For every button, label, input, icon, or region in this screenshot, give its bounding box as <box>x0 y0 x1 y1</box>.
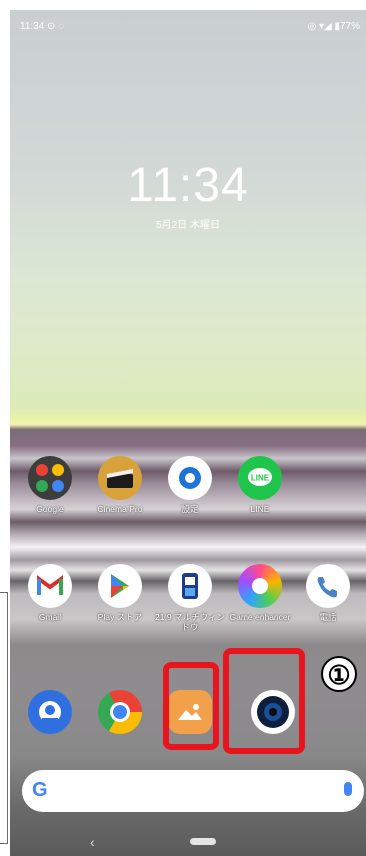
status-right: ◎ ▾◢ ▮77% <box>307 21 360 32</box>
app-label: Gmail <box>38 612 62 622</box>
home-pill[interactable] <box>190 838 216 845</box>
app-play-store[interactable]: Play ストア <box>85 564 155 622</box>
app-label: 21:9 マルチウィンドウ <box>155 612 225 632</box>
app-phone[interactable]: 電話 <box>293 564 363 622</box>
clock-date: 5月2日 木曜日 <box>156 220 220 231</box>
line-icon: LINE <box>238 456 282 500</box>
app-game-enhancer[interactable]: Game enhancer <box>225 564 295 622</box>
highlight-album <box>163 662 219 750</box>
game-enhancer-icon <box>238 564 282 608</box>
google-folder-icon <box>28 456 72 500</box>
phone-icon <box>306 564 350 608</box>
chrome-icon <box>98 690 142 734</box>
side-frame <box>0 592 8 844</box>
back-icon[interactable]: ‹ <box>90 834 95 850</box>
google-logo: G <box>32 779 48 801</box>
svg-text:LINE: LINE <box>251 474 270 483</box>
app-gmail[interactable]: Gmail <box>15 564 85 622</box>
app-label: LINE <box>250 504 270 514</box>
highlight-camera <box>223 648 305 754</box>
status-left: 11:34 ⊙ ◌ <box>20 21 65 32</box>
status-bar: 11:34 ⊙ ◌ ◎ ▾◢ ▮77% <box>10 10 366 36</box>
gmail-icon <box>28 564 72 608</box>
app-label: Google <box>36 504 64 514</box>
clock-time: 11:34 <box>127 159 249 212</box>
multi-window-icon <box>168 564 212 608</box>
settings-gear-icon <box>168 456 212 500</box>
app-label: 設定 <box>181 504 199 514</box>
app-settings[interactable]: 設定 <box>155 456 225 514</box>
app-google-folder[interactable]: Google <box>15 456 85 514</box>
cinema-pro-icon <box>98 456 142 500</box>
messages-icon <box>28 690 72 734</box>
google-search-bar[interactable]: G <box>22 770 364 812</box>
mic-icon[interactable] <box>344 782 352 796</box>
app-label: Cinema Pro <box>97 504 143 514</box>
dock-chrome[interactable] <box>85 690 155 734</box>
app-label: 電話 <box>319 612 337 622</box>
app-multi-window[interactable]: 21:9 マルチウィンドウ <box>155 564 225 632</box>
play-store-icon <box>98 564 142 608</box>
app-cinema-pro[interactable]: Cinema Pro <box>85 456 155 514</box>
dock-messages[interactable] <box>15 690 85 734</box>
app-label: Game enhancer <box>229 612 291 622</box>
annotation-number: ① <box>321 656 357 692</box>
app-label: Play ストア <box>97 612 143 622</box>
app-line[interactable]: LINE LINE <box>225 456 295 514</box>
